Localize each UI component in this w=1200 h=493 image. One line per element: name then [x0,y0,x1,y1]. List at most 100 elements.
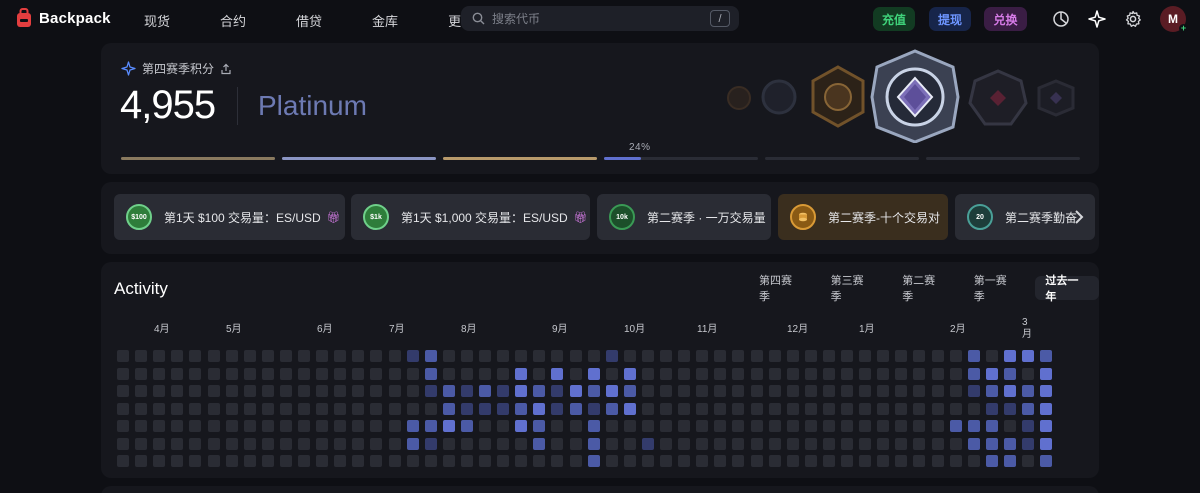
heatmap-cell[interactable] [370,385,383,397]
heatmap-cell[interactable] [1022,437,1034,450]
heatmap-cell[interactable] [641,420,654,432]
heatmap-cell[interactable] [1003,437,1016,450]
heatmap-cell[interactable] [660,402,672,415]
heatmap-cell[interactable] [804,455,817,467]
heatmap-cell[interactable] [1040,402,1053,415]
heatmap-cell[interactable] [533,367,546,380]
heatmap-cell[interactable] [696,455,709,467]
heatmap-cell[interactable] [424,402,437,415]
heatmap-cell[interactable] [424,385,437,397]
heatmap-cell[interactable] [243,350,256,362]
heatmap-cell[interactable] [551,455,564,467]
heatmap-cell[interactable] [786,385,799,397]
heatmap-cell[interactable] [135,350,148,362]
challenge-card[interactable]: $100 第1天 $100 交易量：ES/USD 🎁︎ [114,194,345,240]
heatmap-cell[interactable] [117,385,129,397]
gear-icon[interactable] [1124,10,1142,28]
heatmap-cell[interactable] [605,385,618,397]
heatmap-cell[interactable] [967,455,980,467]
heatmap-cell[interactable] [660,385,672,397]
search-bar[interactable]: 搜索代币 / [461,6,739,31]
heatmap-cell[interactable] [334,350,347,362]
heatmap-cell[interactable] [298,350,310,362]
heatmap-cell[interactable] [442,350,455,362]
heatmap-cell[interactable] [696,437,709,450]
heatmap-cell[interactable] [388,402,401,415]
heatmap-cell[interactable] [786,437,799,450]
heatmap-cell[interactable] [768,367,781,380]
heatmap-cell[interactable] [442,367,455,380]
heatmap-cell[interactable] [605,437,618,450]
heatmap-cell[interactable] [877,437,890,450]
heatmap-cell[interactable] [117,420,129,432]
heatmap-cell[interactable] [895,437,908,450]
heatmap-cell[interactable] [460,420,473,432]
heatmap-cell[interactable] [949,367,962,380]
heatmap-cell[interactable] [895,420,908,432]
heatmap-cell[interactable] [967,367,980,380]
heatmap-cell[interactable] [822,437,835,450]
heatmap-cell[interactable] [261,437,274,450]
heatmap-cell[interactable] [153,402,166,415]
heatmap-cell[interactable] [859,350,872,362]
withdraw-button[interactable]: 提现 [929,7,971,31]
heatmap-cell[interactable] [442,437,455,450]
heatmap-cell[interactable] [424,350,437,362]
heatmap-cell[interactable] [424,455,437,467]
heatmap-cell[interactable] [533,420,546,432]
heatmap-cell[interactable] [153,385,166,397]
heatmap-cell[interactable] [189,385,202,397]
heatmap-cell[interactable] [261,367,274,380]
heatmap-cell[interactable] [877,385,890,397]
heatmap-cell[interactable] [841,455,853,467]
heatmap-cell[interactable] [1022,420,1034,432]
heatmap-cell[interactable] [786,350,799,362]
heatmap-cell[interactable] [859,420,872,432]
heatmap-cell[interactable] [587,402,600,415]
heatmap-cell[interactable] [153,455,166,467]
heatmap-cell[interactable] [804,420,817,432]
tab-season-4[interactable]: 第四赛季 [749,275,813,303]
heatmap-cell[interactable] [243,402,256,415]
heatmap-cell[interactable] [388,367,401,380]
heatmap-cell[interactable] [533,350,546,362]
heatmap-cell[interactable] [261,350,274,362]
heatmap-cell[interactable] [931,385,944,397]
heatmap-cell[interactable] [1040,420,1053,432]
heatmap-cell[interactable] [750,367,763,380]
heatmap-cell[interactable] [931,402,944,415]
heatmap-cell[interactable] [298,385,310,397]
heatmap-cell[interactable] [859,385,872,397]
tab-season-1[interactable]: 第一赛季 [964,275,1028,303]
heatmap-cell[interactable] [442,385,455,397]
heatmap-cell[interactable] [859,402,872,415]
heatmap-cell[interactable] [497,420,510,432]
heatmap-cell[interactable] [967,420,980,432]
heatmap-cell[interactable] [949,437,962,450]
heatmap-cell[interactable] [1040,367,1053,380]
heatmap-cell[interactable] [316,385,329,397]
heatmap-cell[interactable] [822,385,835,397]
heatmap-cell[interactable] [804,350,817,362]
heatmap-cell[interactable] [460,350,473,362]
heatmap-cell[interactable] [515,455,528,467]
heatmap-cell[interactable] [406,437,419,450]
heatmap-cell[interactable] [587,367,600,380]
pie-chart-icon[interactable] [1052,10,1070,28]
heatmap-cell[interactable] [1022,350,1034,362]
heatmap-cell[interactable] [334,455,347,467]
heatmap-cell[interactable] [714,402,727,415]
heatmap-cell[interactable] [279,455,292,467]
heatmap-cell[interactable] [334,420,347,432]
heatmap-cell[interactable] [1003,367,1016,380]
heatmap-cell[interactable] [316,437,329,450]
heatmap-cell[interactable] [913,437,926,450]
heatmap-cell[interactable] [985,385,998,397]
heatmap-cell[interactable] [1022,367,1034,380]
heatmap-cell[interactable] [316,350,329,362]
heatmap-cell[interactable] [135,402,148,415]
heatmap-cell[interactable] [587,350,600,362]
heatmap-cell[interactable] [985,350,998,362]
heatmap-cell[interactable] [678,367,691,380]
heatmap-cell[interactable] [189,367,202,380]
